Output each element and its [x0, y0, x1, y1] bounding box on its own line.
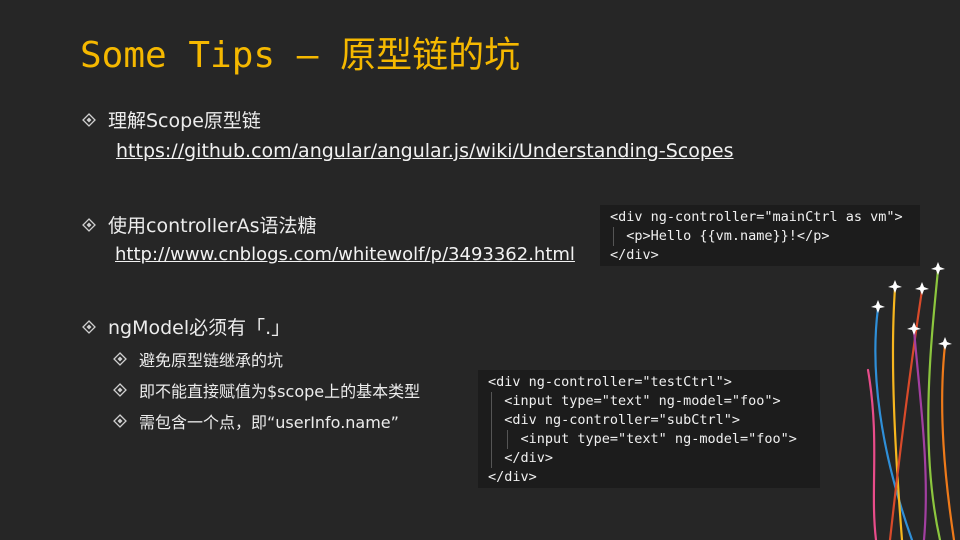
sub-bullet-2: 即不能直接赋值为$scope上的基本类型 [113, 378, 420, 402]
link-understanding-scopes[interactable]: https://github.com/angular/angular.js/wi… [116, 140, 734, 162]
airplane-trails-icon [866, 262, 956, 540]
code-line: <p>Hello {{vm.name}}!</p> [610, 228, 830, 244]
diamond-bullet-icon [82, 112, 96, 127]
diamond-bullet-icon [82, 217, 96, 232]
bullet-controller-as: 使用controllerAs语法糖 [82, 211, 317, 238]
bullet-text: ngModel必须有「.」 [108, 317, 291, 339]
code-line: <div ng-controller="subCtrl"> [488, 412, 740, 428]
bullet-text: 使用controllerAs语法糖 [108, 215, 317, 237]
code-line: <input type="text" ng-model="foo"> [488, 431, 797, 447]
code-line: <input type="text" ng-model="foo"> [488, 393, 781, 409]
diamond-bullet-icon [113, 383, 127, 397]
sub-bullet-text: 避免原型链继承的坑 [139, 351, 284, 370]
diamond-bullet-icon [113, 352, 127, 366]
bullet-ngmodel: ngModel必须有「.」 [82, 313, 290, 340]
slide-title: Some Tips – 原型链的坑 [80, 35, 521, 76]
sub-bullet-text: 需包含一个点，即“userInfo.name” [139, 413, 399, 432]
sub-bullet-1: 避免原型链继承的坑 [113, 347, 283, 371]
bullet-scope: 理解Scope原型链 [82, 106, 261, 133]
diamond-bullet-icon [113, 414, 127, 428]
sub-bullet-text: 即不能直接赋值为$scope上的基本类型 [139, 382, 421, 401]
sub-bullet-3: 需包含一个点，即“userInfo.name” [113, 409, 399, 433]
code-line: <div ng-controller="testCtrl"> [488, 374, 732, 390]
code-block-ng-model: <div ng-controller="testCtrl"> <input ty… [478, 370, 820, 488]
bullet-text: 理解Scope原型链 [108, 110, 261, 132]
code-line: </div> [488, 450, 554, 466]
diamond-bullet-icon [82, 319, 96, 334]
link-cnblogs[interactable]: http://www.cnblogs.com/whitewolf/p/34933… [115, 244, 575, 265]
code-line: <div ng-controller="mainCtrl as vm"> [610, 209, 903, 225]
code-line: </div> [488, 469, 537, 485]
